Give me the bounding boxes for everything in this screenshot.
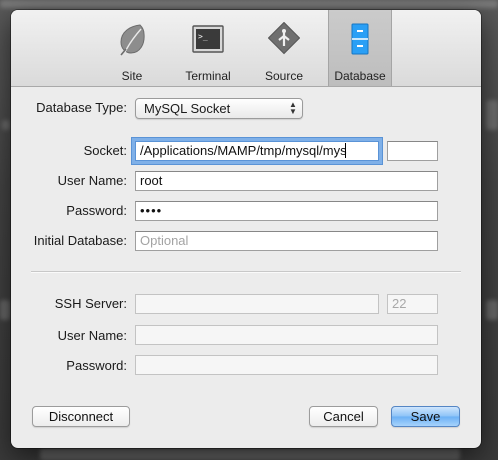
ssh-server-label: SSH Server: — [54, 296, 127, 311]
tab-site[interactable]: Site — [101, 20, 163, 84]
socket-label: Socket: — [83, 143, 127, 158]
save-button[interactable]: Save — [391, 406, 460, 427]
tab-terminal[interactable]: >_ Terminal — [177, 20, 239, 84]
disconnect-button[interactable]: Disconnect — [32, 406, 130, 427]
db-username-label: User Name: — [57, 173, 127, 188]
db-username-field[interactable]: root — [135, 171, 438, 191]
source-icon — [268, 22, 300, 55]
svg-text:>_: >_ — [198, 32, 208, 41]
ssh-port-field[interactable]: 22 — [387, 294, 438, 314]
tab-source-label: Source — [264, 69, 304, 83]
database-type-select[interactable]: MySQL Socket ▲ ▼ — [135, 98, 303, 119]
tab-source[interactable]: Source — [253, 20, 315, 84]
database-type-label: Database Type: — [36, 100, 127, 115]
section-divider — [31, 271, 461, 273]
terminal-icon: >_ — [192, 25, 224, 53]
tab-database-label: Database — [334, 69, 386, 83]
tab-database[interactable]: Database — [328, 10, 392, 86]
preferences-toolbar: Site >_ Terminal Source Database — [11, 10, 481, 87]
db-password-field[interactable]: •••• — [135, 201, 438, 221]
ssh-password-field[interactable] — [135, 355, 438, 375]
tab-site-label: Site — [121, 69, 143, 83]
db-password-label: Password: — [66, 203, 127, 218]
ssh-server-field[interactable] — [135, 294, 379, 314]
select-arrows-icon: ▲ ▼ — [289, 100, 297, 116]
initial-database-field[interactable]: Optional — [135, 231, 438, 251]
text-cursor — [344, 143, 346, 158]
site-settings-dialog: Site >_ Terminal Source Database Databas… — [11, 10, 481, 448]
socket-value: /Applications/MAMP/tmp/mysql/mys — [140, 143, 347, 158]
socket-field[interactable]: /Applications/MAMP/tmp/mysql/mys — [135, 141, 379, 161]
ssh-username-field[interactable] — [135, 325, 438, 345]
tab-terminal-label: Terminal — [185, 69, 231, 83]
database-icon — [351, 23, 369, 55]
initial-database-label: Initial Database: — [33, 233, 127, 248]
cancel-button[interactable]: Cancel — [309, 406, 378, 427]
leaf-icon — [120, 24, 145, 56]
ssh-password-label: Password: — [66, 358, 127, 373]
ssh-username-label: User Name: — [57, 328, 127, 343]
socket-extra-field[interactable] — [387, 141, 438, 161]
database-type-value: MySQL Socket — [144, 101, 231, 116]
